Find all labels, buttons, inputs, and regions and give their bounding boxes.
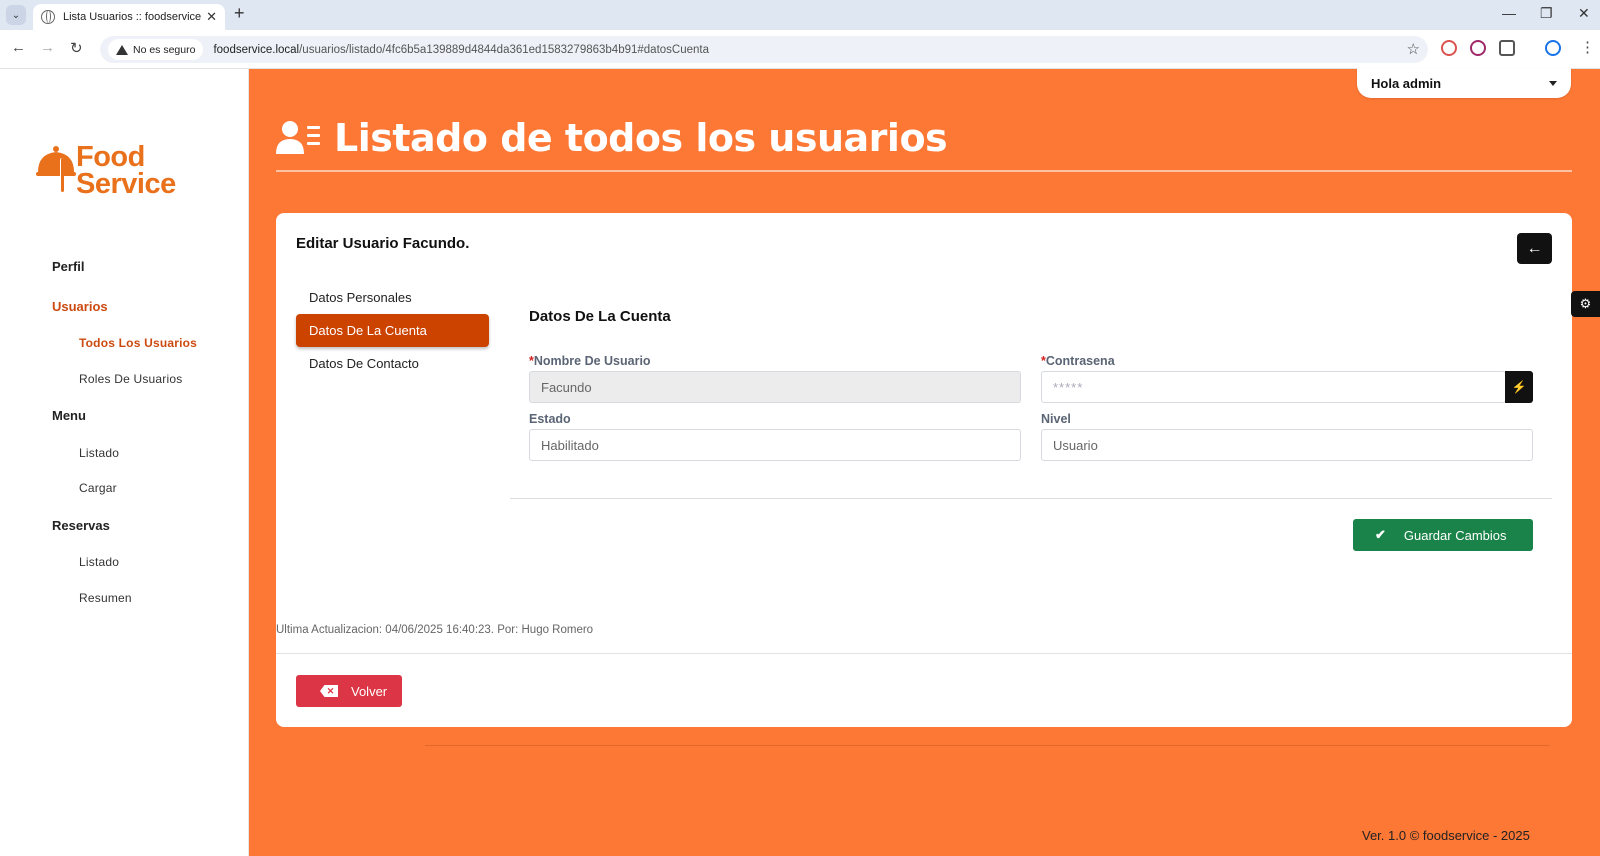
card-divider: [276, 653, 1572, 654]
warning-icon: [116, 44, 128, 55]
tab-datos-de-la-cuenta[interactable]: Datos De La Cuenta: [296, 314, 489, 347]
page-title: Listado de todos los usuarios: [334, 116, 948, 160]
tab-title: Lista Usuarios :: foodservice: [63, 11, 202, 23]
security-chip[interactable]: No es seguro: [108, 39, 204, 60]
password-field[interactable]: *****: [1041, 371, 1506, 403]
bookmark-star-icon[interactable]: ☆: [1407, 40, 1420, 58]
nivel-label: Nivel: [1041, 412, 1071, 426]
sidebar-item-menu-listado[interactable]: Listado: [79, 446, 119, 460]
sidebar-item-reservas-resumen[interactable]: Resumen: [79, 591, 132, 605]
sidebar-item-perfil[interactable]: Perfil: [52, 259, 85, 274]
logo-line-service: Service: [76, 168, 176, 200]
password-label: *Contrasena: [1041, 354, 1115, 368]
sidebar-item-reservas-listado[interactable]: Listado: [79, 555, 119, 569]
sidebar-item-todos-los-usuarios[interactable]: Todos Los Usuarios: [79, 336, 197, 350]
page-header: Listado de todos los usuarios: [276, 116, 948, 160]
back-arrow-button[interactable]: ←: [1517, 233, 1552, 264]
sidebar-item-menu[interactable]: Menu: [52, 408, 86, 423]
tab-datos-personales[interactable]: Datos Personales: [296, 281, 489, 314]
profile-avatar-icon[interactable]: [1545, 40, 1561, 56]
user-menu-dropdown[interactable]: Hola admin: [1357, 68, 1571, 98]
address-bar[interactable]: No es seguro foodservice.local/usuarios/…: [100, 36, 1428, 63]
browser-menu-icon[interactable]: ⋮: [1580, 38, 1595, 56]
url-path: /usuarios/listado/4fc6b5a139889d4844da36…: [299, 43, 709, 56]
nivel-field[interactable]: Usuario: [1041, 429, 1533, 461]
reload-icon[interactable]: ↻: [70, 39, 83, 57]
settings-gear-icon[interactable]: ⚙: [1571, 291, 1600, 317]
save-label: Guardar Cambios: [1403, 527, 1507, 543]
tab-close-icon[interactable]: ✕: [206, 9, 217, 25]
extension-block-icon[interactable]: [1470, 40, 1486, 56]
footer-text: Ver. 1.0 © foodservice - 2025: [1362, 828, 1530, 843]
logo-wordmark: Food Service: [76, 141, 176, 200]
arrow-left-icon: ←: [1526, 239, 1543, 257]
cloche-fork-icon: [36, 146, 76, 192]
title-divider: [276, 170, 1572, 172]
chevron-down-icon: [1549, 80, 1557, 86]
browser-tab[interactable]: Lista Usuarios :: foodservice ✕: [33, 4, 225, 30]
forward-arrow-icon[interactable]: →: [40, 39, 55, 56]
last-update-text: Ultima Actualizacion: 04/06/2025 16:40:2…: [276, 624, 594, 636]
url-text: foodservice.local/usuarios/listado/4fc6b…: [213, 44, 709, 56]
url-host: foodservice.local: [213, 43, 300, 56]
card-title: Editar Usuario Facundo.: [296, 235, 470, 252]
sidebar: Food Service Perfil Usuarios Todos Los U…: [0, 69, 249, 856]
sidebar-item-usuarios[interactable]: Usuarios: [52, 299, 108, 314]
footer-divider: [425, 745, 1550, 746]
tab-search-chevron-icon[interactable]: ⌄: [6, 5, 26, 25]
extension-shield-icon[interactable]: [1441, 40, 1457, 56]
section-title: Datos De La Cuenta: [529, 308, 671, 325]
window-close-icon[interactable]: ✕: [1578, 5, 1590, 22]
security-label: No es seguro: [133, 43, 196, 56]
browser-toolbar: ← → ↻ No es seguro foodservice.local/usu…: [0, 30, 1600, 69]
sidebar-item-reservas[interactable]: Reservas: [52, 518, 110, 533]
sidebar-item-roles-de-usuarios[interactable]: Roles De Usuarios: [79, 372, 182, 386]
tab-datos-de-contacto[interactable]: Datos De Contacto: [296, 347, 489, 380]
foodservice-logo: Food Service: [36, 143, 176, 204]
user-list-icon: [276, 121, 320, 154]
new-tab-plus-icon[interactable]: +: [234, 3, 245, 24]
save-changes-button[interactable]: ✔ Guardar Cambios: [1353, 519, 1533, 551]
username-field[interactable]: Facundo: [529, 371, 1021, 403]
estado-field[interactable]: Habilitado: [529, 429, 1021, 461]
username-label: *Nombre De Usuario: [529, 354, 651, 368]
sidebar-item-menu-cargar[interactable]: Cargar: [79, 481, 117, 495]
back-arrow-icon[interactable]: ←: [11, 39, 26, 56]
volver-label: Volver: [351, 683, 388, 699]
lightning-bolt-icon: ⚡: [1511, 380, 1527, 394]
user-greeting: Hola admin: [1371, 75, 1442, 91]
logo-line-food: Food: [76, 141, 145, 173]
form-divider: [510, 498, 1552, 499]
extensions-puzzle-icon[interactable]: [1499, 40, 1515, 56]
browser-tabstrip: ⌄ Lista Usuarios :: foodservice ✕ + — ❐ …: [0, 0, 1600, 30]
globe-icon: [41, 10, 55, 24]
generate-password-button[interactable]: ⚡: [1505, 371, 1533, 403]
estado-label: Estado: [529, 412, 571, 426]
double-check-icon: ✔: [1375, 527, 1386, 542]
minimize-icon[interactable]: —: [1502, 5, 1516, 21]
backspace-icon: ✕: [320, 685, 338, 697]
volver-button[interactable]: ✕ Volver: [296, 675, 402, 707]
edit-user-card: Editar Usuario Facundo. ← Datos Personal…: [276, 213, 1572, 727]
restore-icon[interactable]: ❐: [1540, 5, 1553, 22]
